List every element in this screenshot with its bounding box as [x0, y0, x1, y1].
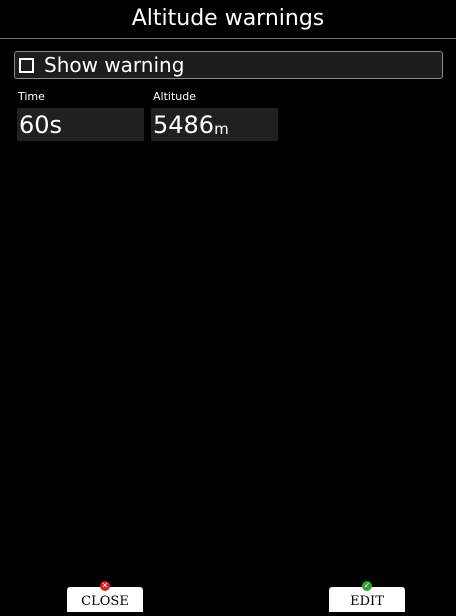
altitude-value: 5486 — [153, 111, 215, 139]
close-button-label: CLOSE — [81, 594, 129, 609]
altitude-field[interactable]: 5486 m — [151, 108, 278, 141]
time-value: 60s — [19, 111, 63, 139]
check-icon: ✓ — [362, 581, 372, 591]
page-title: Altitude warnings — [0, 0, 456, 39]
edit-button[interactable]: ✓ EDIT — [329, 581, 405, 612]
edit-button-label: EDIT — [350, 594, 384, 609]
time-label: Time — [18, 90, 45, 103]
close-button[interactable]: ✕ CLOSE — [67, 581, 143, 612]
show-warning-label: Show warning — [44, 53, 185, 77]
checkbox-square-icon[interactable] — [19, 57, 34, 73]
altitude-label: Altitude — [153, 90, 196, 103]
altitude-unit: m — [214, 120, 229, 138]
close-icon: ✕ — [100, 581, 110, 591]
time-field[interactable]: 60s — [17, 108, 144, 141]
show-warning-checkbox[interactable]: Show warning — [14, 51, 443, 79]
